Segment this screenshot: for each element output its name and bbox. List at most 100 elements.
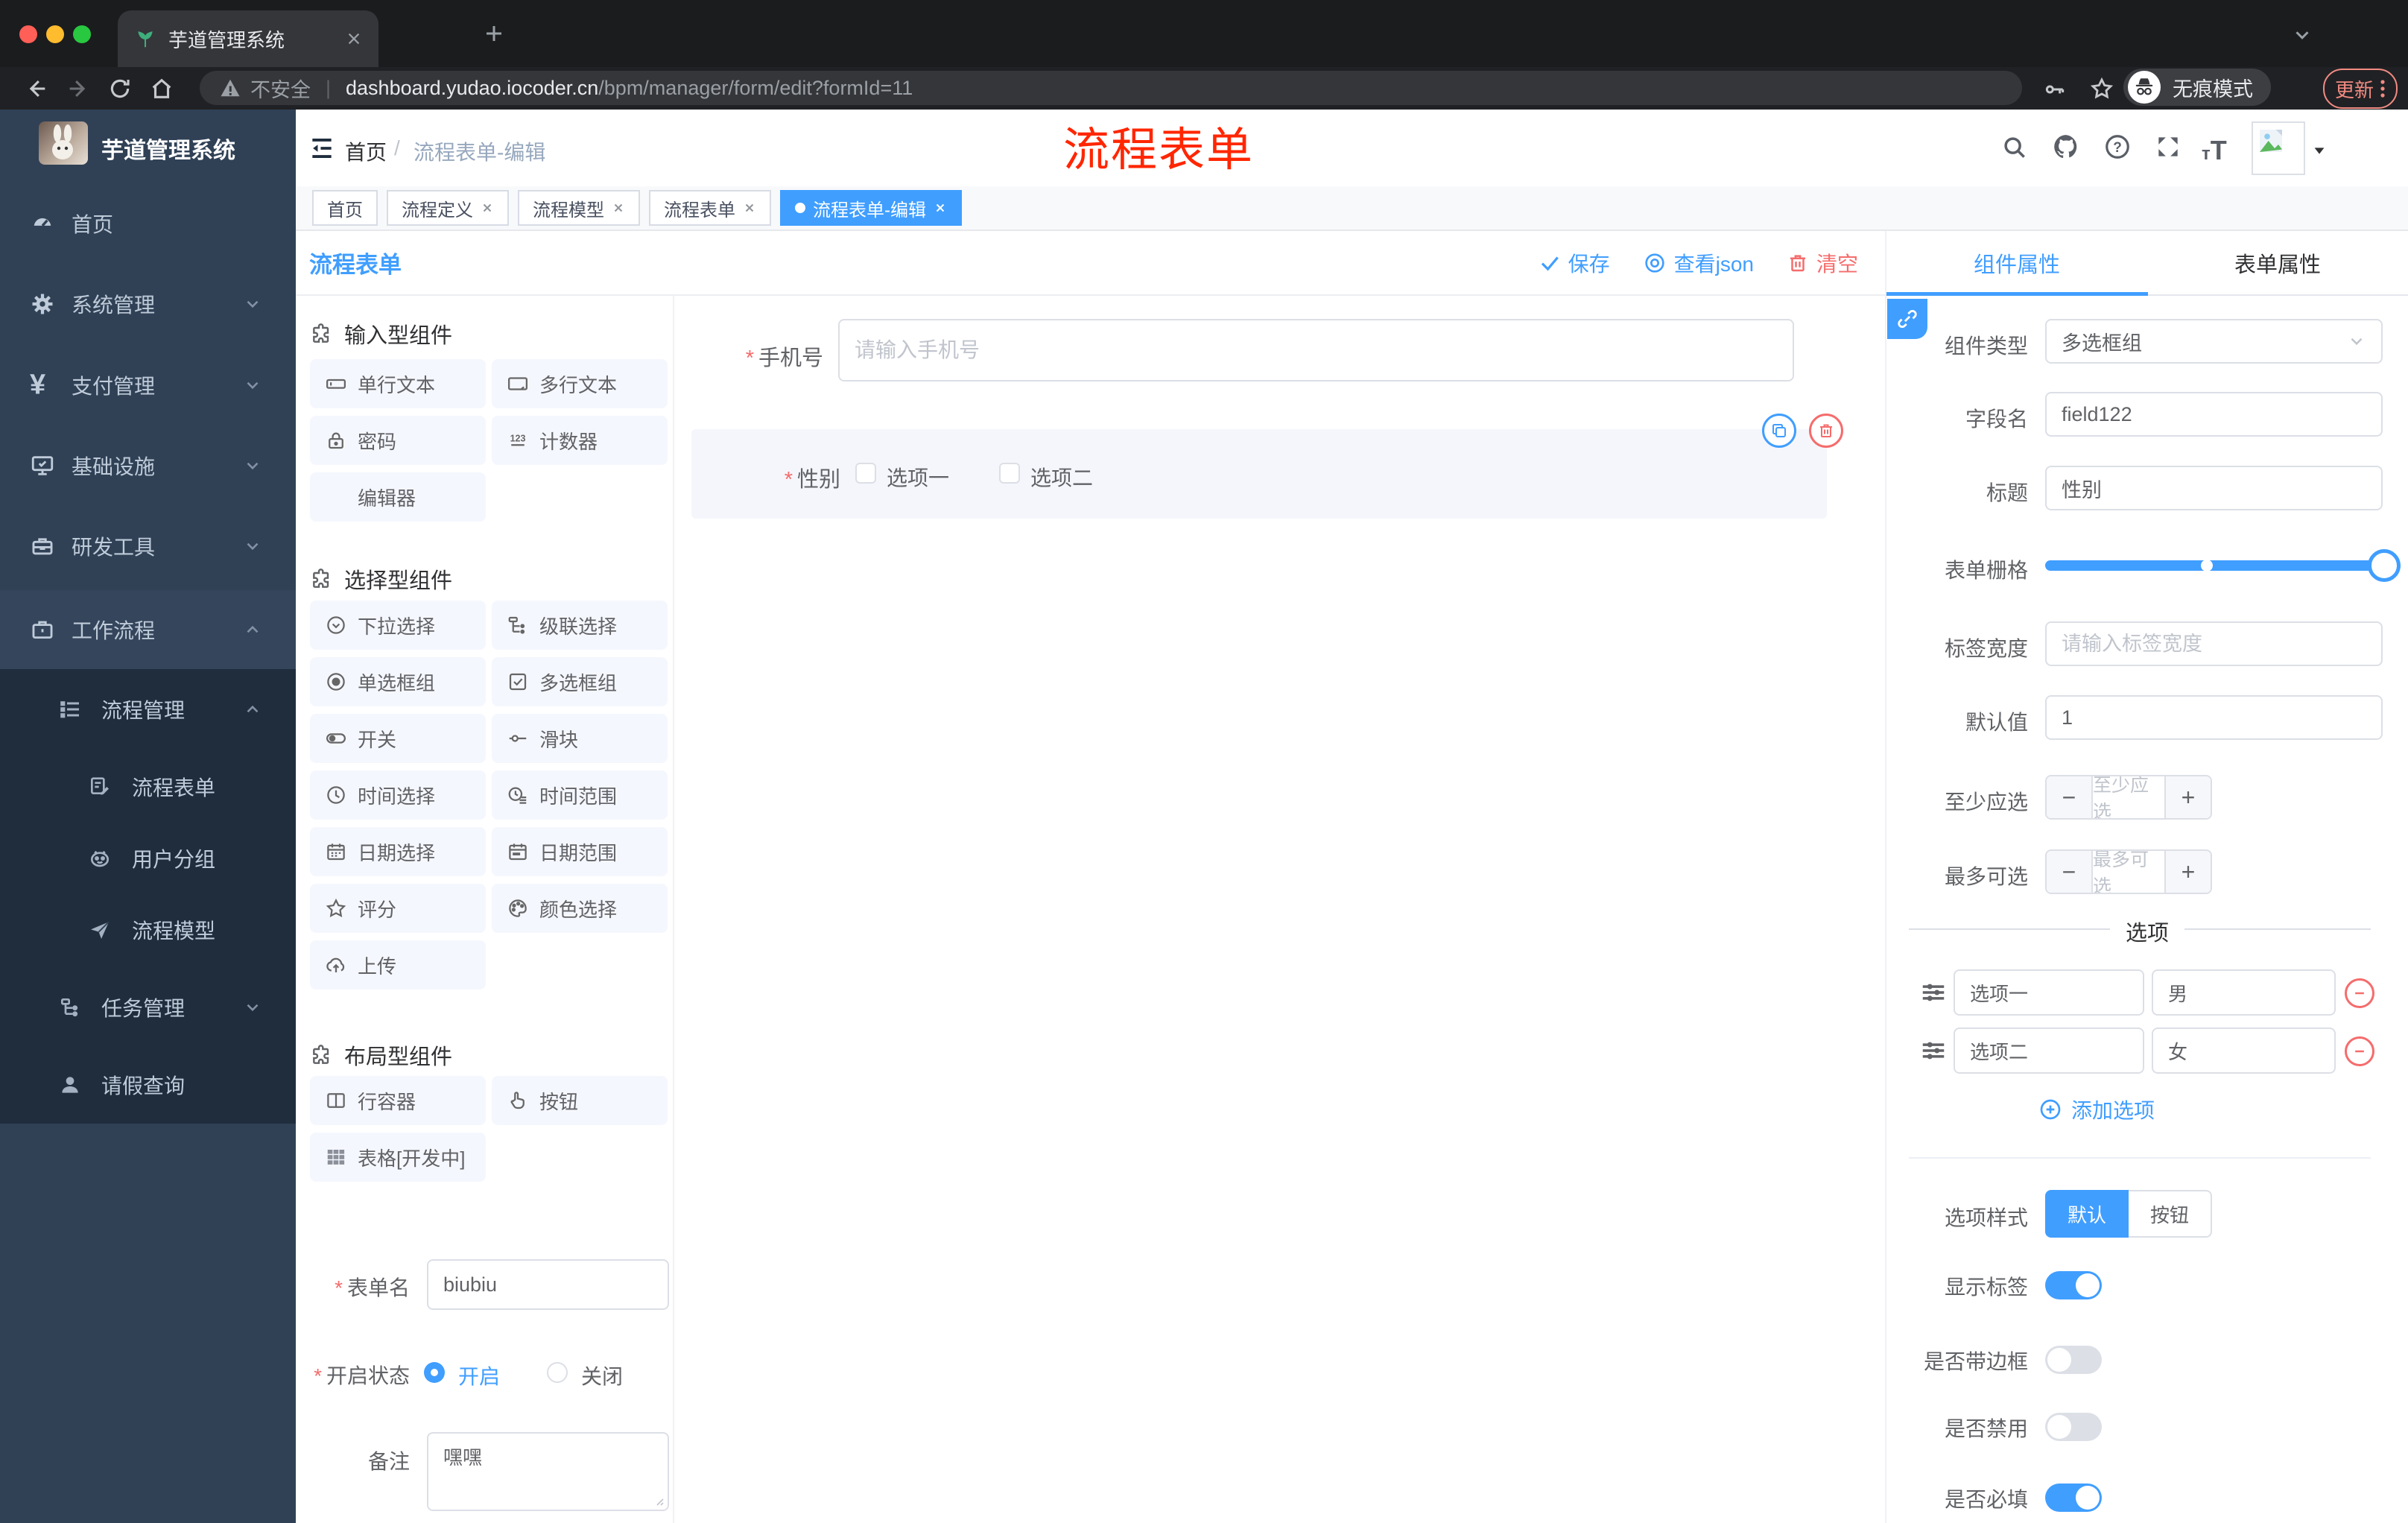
save-button[interactable]: 保存 [1539,248,1610,278]
delete-field-button[interactable] [1809,414,1843,448]
sidebar-item-workflow[interactable]: 工作流程 [0,612,296,647]
component-date-range[interactable]: 日期范围 [492,827,668,876]
font-size-icon[interactable]: тT [2202,135,2227,166]
tag-close-icon[interactable] [481,201,494,215]
forward-icon[interactable] [66,76,91,101]
grid-slider-track[interactable] [2045,560,2393,571]
component-single-text[interactable]: 单行文本 [310,359,486,408]
incognito-badge[interactable]: 无痕模式 [2123,69,2271,106]
component-button[interactable]: 按钮 [492,1076,668,1125]
reload-icon[interactable] [107,76,133,101]
option-2-label-input[interactable] [1954,1028,2144,1074]
grid-slider-handle[interactable] [2368,549,2401,582]
disabled-toggle[interactable] [2045,1413,2102,1441]
component-textarea[interactable]: 多行文本 [492,359,668,408]
form-name-input[interactable] [427,1259,669,1310]
resize-handle-icon[interactable] [653,1495,665,1507]
view-json-button[interactable]: 查看json [1643,248,1754,278]
component-rate[interactable]: 评分 [310,884,486,933]
github-icon[interactable] [2051,132,2081,162]
component-slider[interactable]: 滑块 [492,714,668,763]
sidebar-item-payment[interactable]: ¥ 支付管理 [0,367,296,403]
avatar[interactable] [2252,121,2305,175]
remark-textarea[interactable]: 嘿嘿 [427,1432,669,1511]
plus-button[interactable]: + [2166,776,2211,818]
remove-option-button[interactable] [2345,978,2374,1008]
component-counter[interactable]: 123 计数器 [492,416,668,465]
radio-off[interactable] [547,1362,568,1383]
form-canvas[interactable]: *手机号 *性别 选项一 选项二 [674,296,1885,1523]
tag-close-icon[interactable] [612,201,625,215]
drag-handle-icon[interactable] [1919,978,1948,1007]
sidebar-item-process-form[interactable]: 流程表单 [0,769,296,805]
tab-list-chevron-icon[interactable] [2291,24,2313,46]
breadcrumb-home[interactable]: 首页 [345,136,387,166]
back-icon[interactable] [24,76,49,101]
add-option-button[interactable]: 添加选项 [2038,1095,2155,1124]
component-switch[interactable]: 开关 [310,714,486,763]
show-label-toggle[interactable] [2045,1271,2102,1299]
tag-process-form[interactable]: 流程表单 [649,190,771,226]
duplicate-field-button[interactable] [1762,414,1796,448]
sidebar-item-process-mgmt[interactable]: 流程管理 [0,691,296,727]
drag-handle-icon[interactable] [1919,1036,1948,1065]
window-minimize-button[interactable] [46,25,64,43]
password-key-icon[interactable] [2043,77,2067,101]
option-1-value-input[interactable] [2152,969,2336,1016]
min-select-value[interactable]: 至少应选 [2091,776,2166,818]
component-upload[interactable]: 上传 [310,940,486,990]
update-button[interactable]: 更新 [2323,69,2398,109]
sidebar-fold-icon[interactable] [308,134,336,162]
sidebar-item-system[interactable]: 系统管理 [0,286,296,322]
tag-process-form-edit[interactable]: 流程表单-编辑 [780,190,962,226]
option-style-default-button[interactable]: 默认 [2045,1190,2129,1238]
sidebar-item-leave-query[interactable]: 请假查询 [0,1067,296,1103]
help-icon[interactable]: ? [2103,133,2132,161]
tag-home[interactable]: 首页 [312,190,378,226]
required-toggle[interactable] [2045,1484,2102,1512]
max-select-value[interactable]: 最多可选 [2091,851,2166,893]
tab-form-props[interactable]: 表单属性 [2147,231,2408,294]
component-time-range[interactable]: 时间范围 [492,770,668,820]
default-value-input[interactable] [2045,695,2383,740]
sidebar-item-devtools[interactable]: 研发工具 [0,528,296,564]
new-tab-icon[interactable] [483,22,505,45]
clear-button[interactable]: 清空 [1787,248,1858,278]
component-type-select[interactable]: 多选框组 [2045,319,2383,364]
tab-component-props[interactable]: 组件属性 [1886,231,2147,294]
minus-button[interactable]: − [2047,851,2091,893]
component-time-picker[interactable]: 时间选择 [310,770,486,820]
security-label[interactable]: 不安全 [250,74,311,103]
selected-field-gender[interactable]: * 性别 选项一 选项二 [691,429,1827,519]
tab-close-icon[interactable] [346,31,362,47]
sidebar-item-home[interactable]: 首页 [0,206,296,241]
home-icon[interactable] [149,76,174,101]
radio-on[interactable] [424,1362,445,1383]
minus-button[interactable]: − [2047,776,2091,818]
search-icon[interactable] [2000,133,2029,162]
tag-close-icon[interactable] [743,201,756,215]
browser-tab[interactable]: 芋道管理系统 [118,10,378,67]
component-cascader[interactable]: 级联选择 [492,601,668,650]
component-date-picker[interactable]: 日期选择 [310,827,486,876]
url-field[interactable]: 不安全 | dashboard.yudao.iocoder.cn/bpm/man… [200,71,2022,105]
option-1-label-input[interactable] [1954,969,2144,1016]
tag-process-model[interactable]: 流程模型 [518,190,640,226]
component-password[interactable]: 密码 [310,416,486,465]
option-2-value-input[interactable] [2152,1028,2336,1074]
window-close-button[interactable] [19,25,37,43]
radio-on-label[interactable]: 开启 [458,1361,500,1390]
component-checkbox-group[interactable]: 多选框组 [492,657,668,706]
label-width-input[interactable] [2045,621,2383,666]
title-input[interactable] [2045,466,2383,510]
gender-checkbox-2[interactable] [999,463,1020,484]
component-select[interactable]: 下拉选择 [310,601,486,650]
gender-option-1-label[interactable]: 选项一 [887,462,949,492]
tag-close-icon[interactable] [934,201,947,215]
fullscreen-icon[interactable] [2154,133,2182,161]
avatar-caret-icon[interactable] [2311,142,2328,159]
plus-button[interactable]: + [2166,851,2211,893]
component-editor[interactable]: 编辑器 [310,472,486,522]
gender-checkbox-1[interactable] [855,463,876,484]
radio-off-label[interactable]: 关闭 [581,1361,623,1390]
